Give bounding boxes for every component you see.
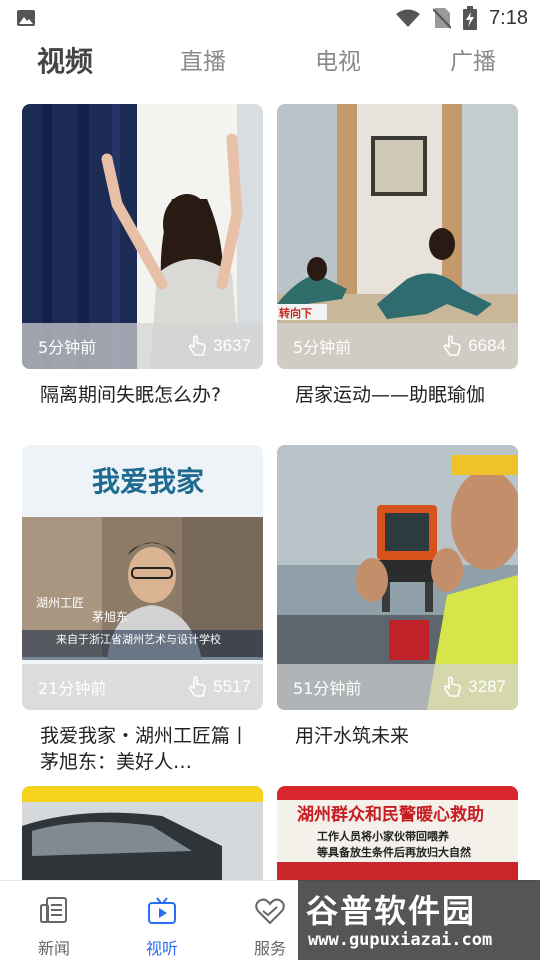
- tv-icon: [148, 897, 176, 924]
- thumb-caption: 转向下: [279, 306, 312, 320]
- video-thumbnail[interactable]: 我爱我家 湖州工匠 茅旭东 来自于浙江省湖州艺术与设计学校 21分钟前 5517: [22, 445, 263, 710]
- nav-media[interactable]: 视听: [122, 881, 202, 960]
- status-bar: 7:18: [0, 0, 540, 36]
- video-time-ago: 21分钟前: [38, 679, 107, 698]
- watermark-title: 谷普软件园: [306, 892, 477, 930]
- video-views: 3637: [187, 335, 251, 357]
- video-title[interactable]: 我爱我家・湖州工匠篇丨茅旭东：美好人…: [40, 723, 250, 775]
- thumb-line: 等具备放生条件后再放归大自然: [316, 845, 471, 859]
- battery-charging-icon: [463, 6, 478, 30]
- nav-news-label: 新闻: [37, 939, 70, 958]
- video-title[interactable]: 隔离期间失眠怎么办?: [40, 382, 250, 408]
- wifi-icon: [396, 9, 421, 27]
- tap-icon: [444, 335, 461, 356]
- video-views: 3287: [442, 676, 506, 698]
- video-view-count: 3287: [468, 677, 506, 696]
- video-meta-overlay: 21分钟前 5517: [22, 664, 263, 710]
- watermark-url: www.gupuxiazai.com: [308, 930, 493, 950]
- thumb-heading: 湖州群众和民警暖心救助: [297, 804, 484, 825]
- thumb-heading: 我爱我家: [92, 465, 204, 498]
- video-time-ago: 51分钟前: [293, 679, 362, 698]
- thumb-source: 来自于浙江省湖州艺术与设计学校: [56, 632, 221, 646]
- tab-tv[interactable]: 电视: [315, 40, 361, 84]
- tap-icon: [189, 335, 206, 356]
- status-time: 7:18: [489, 6, 528, 29]
- thumb-name: 茅旭东: [92, 610, 128, 624]
- video-meta-overlay: 51分钟前 3287: [277, 664, 518, 710]
- video-thumbnail[interactable]: 湖州群众和民警暖心救助 工作人员将小家伙带回喂养 等具备放生条件后再放归大自然: [277, 786, 518, 880]
- video-view-count: 5517: [213, 677, 251, 696]
- heart-icon: [255, 898, 285, 925]
- video-meta-overlay: 5分钟前 3637: [22, 323, 263, 369]
- video-time-ago: 5分钟前: [38, 338, 97, 357]
- thumb-line: 工作人员将小家伙带回喂养: [317, 829, 450, 843]
- video-thumbnail-image: [22, 786, 263, 880]
- nav-media-label: 视听: [145, 939, 178, 958]
- thumb-subtitle: 湖州工匠: [36, 595, 84, 610]
- video-thumbnail[interactable]: 51分钟前 3287: [277, 445, 518, 710]
- video-title[interactable]: 用汗水筑未来: [295, 723, 505, 749]
- video-title[interactable]: 居家运动——助眠瑜伽: [295, 382, 505, 408]
- news-icon: [40, 897, 67, 923]
- image-notification-icon: [17, 10, 35, 26]
- video-meta-overlay: 5分钟前 6684: [277, 323, 518, 369]
- video-thumbnail[interactable]: [22, 786, 263, 880]
- no-sim-icon: [433, 8, 452, 29]
- tab-radio[interactable]: 广播: [450, 40, 496, 84]
- video-thumbnail[interactable]: 5分钟前 3637: [22, 104, 263, 369]
- video-time-ago: 5分钟前: [293, 338, 352, 357]
- video-thumbnail-image: 湖州群众和民警暖心救助 工作人员将小家伙带回喂养 等具备放生条件后再放归大自然: [277, 786, 518, 880]
- video-views: 6684: [442, 335, 506, 357]
- tap-icon: [189, 676, 206, 697]
- tab-video[interactable]: 视频: [37, 40, 93, 84]
- watermark: 谷普软件园 www.gupuxiazai.com: [298, 880, 540, 960]
- category-tabs: 视频 直播 电视 广播: [0, 40, 540, 84]
- tab-live[interactable]: 直播: [180, 40, 226, 84]
- video-view-count: 6684: [468, 336, 506, 355]
- nav-news[interactable]: 新闻: [14, 881, 94, 960]
- video-thumbnail[interactable]: 转向下 5分钟前 6684: [277, 104, 518, 369]
- video-views: 5517: [187, 676, 251, 698]
- tap-icon: [444, 676, 461, 697]
- video-view-count: 3637: [213, 336, 251, 355]
